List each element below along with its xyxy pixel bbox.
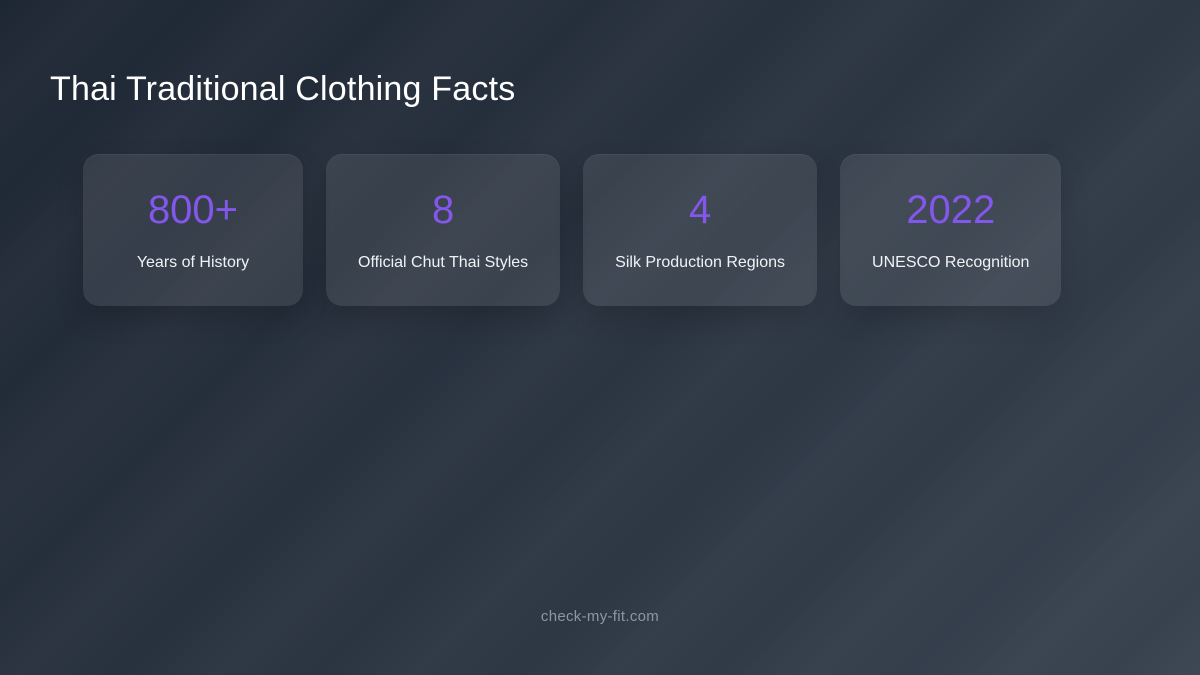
stat-card-unesco: 2022 UNESCO Recognition (840, 154, 1061, 306)
stat-value: 8 (432, 188, 454, 232)
stat-value: 2022 (906, 188, 995, 232)
stat-label: Years of History (137, 253, 249, 272)
site-watermark: check-my-fit.com (0, 608, 1200, 625)
stat-label: Official Chut Thai Styles (358, 253, 528, 272)
stat-label: Silk Production Regions (615, 253, 785, 272)
stat-card-chut-thai-styles: 8 Official Chut Thai Styles (326, 154, 560, 306)
stat-value: 800+ (148, 188, 238, 232)
stat-cards-row: 800+ Years of History 8 Official Chut Th… (83, 154, 1061, 306)
page-title: Thai Traditional Clothing Facts (50, 70, 515, 109)
infographic-page: Thai Traditional Clothing Facts 800+ Yea… (0, 0, 1200, 675)
stat-value: 4 (689, 188, 711, 232)
stat-card-years-of-history: 800+ Years of History (83, 154, 303, 306)
stat-label: UNESCO Recognition (872, 253, 1029, 272)
stat-card-silk-regions: 4 Silk Production Regions (583, 154, 817, 306)
